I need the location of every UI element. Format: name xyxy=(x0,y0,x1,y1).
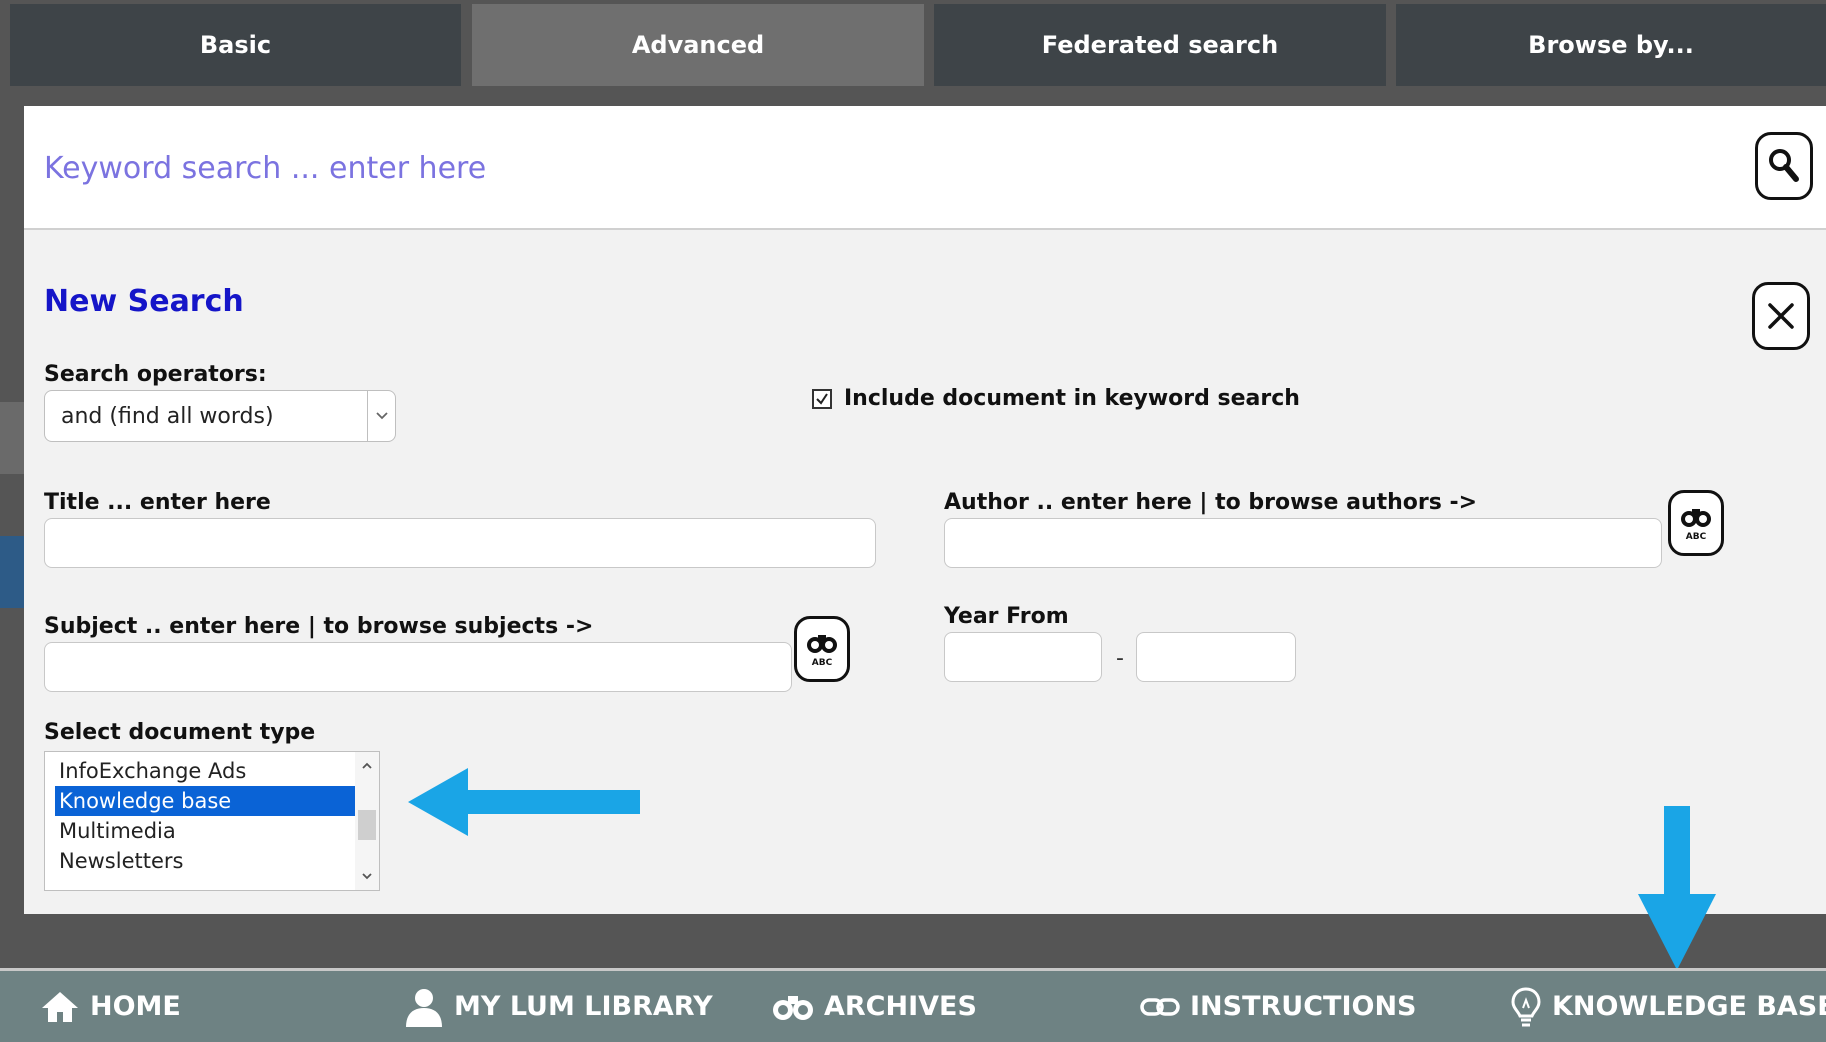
nav-knowledge-base[interactable]: KNOWLEDGE BASE xyxy=(1510,971,1826,1042)
search-operators-select[interactable]: and (find all words) xyxy=(44,390,396,442)
search-icon xyxy=(1769,149,1799,182)
search-tab-bar: Basic Advanced Federated search Browse b… xyxy=(0,0,1826,106)
include-document-label: Include document in keyword search xyxy=(844,386,1300,411)
user-icon xyxy=(406,988,442,1027)
tab-federated-search[interactable]: Federated search xyxy=(934,4,1386,86)
advanced-search-panel: New Search Search operators: and (find a… xyxy=(24,106,1826,914)
binoculars-abc-icon: ABC xyxy=(1681,509,1711,542)
binoculars-abc-icon: ABC xyxy=(807,635,837,668)
list-item-selected[interactable]: Knowledge base xyxy=(55,786,355,816)
binoculars-icon xyxy=(773,995,813,1020)
nav-home[interactable]: HOME xyxy=(40,971,181,1042)
list-item[interactable]: Multimedia xyxy=(55,816,355,846)
include-document-checkbox[interactable]: Include document in keyword search xyxy=(812,386,1300,411)
nav-instructions-label: INSTRUCTIONS xyxy=(1190,991,1417,1022)
scroll-thumb[interactable] xyxy=(358,810,376,840)
document-type-label: Select document type xyxy=(44,720,316,745)
close-icon xyxy=(1768,303,1794,329)
tab-advanced[interactable]: Advanced xyxy=(472,4,924,86)
year-separator: - xyxy=(1116,646,1124,671)
checkmark-icon xyxy=(812,388,832,409)
new-search-heading: New Search xyxy=(44,284,244,319)
title-input[interactable] xyxy=(44,518,876,568)
search-operators-value: and (find all words) xyxy=(61,403,274,429)
nav-instructions[interactable]: INSTRUCTIONS xyxy=(1140,971,1417,1042)
keyword-search-bar xyxy=(24,106,1826,230)
search-button[interactable] xyxy=(1755,132,1813,200)
document-type-listbox[interactable]: InfoExchange Ads Knowledge base Multimed… xyxy=(44,751,380,891)
browse-subjects-button[interactable]: ABC xyxy=(794,616,850,682)
browse-authors-button[interactable]: ABC xyxy=(1668,490,1724,556)
svg-text:ABC: ABC xyxy=(812,658,833,668)
background-page-fragment xyxy=(0,402,24,474)
year-from-input[interactable] xyxy=(944,632,1102,682)
nav-archives[interactable]: ARCHIVES xyxy=(772,971,977,1042)
year-to-input[interactable] xyxy=(1136,632,1296,682)
listbox-scrollbar[interactable] xyxy=(355,752,379,890)
annotation-arrow-down-icon xyxy=(1638,806,1716,970)
bottom-navigation: HOME MY LUM LIBRARY ARCHIVES INSTRUCTION… xyxy=(0,968,1826,1042)
svg-text:ABC: ABC xyxy=(1686,532,1707,542)
tab-basic[interactable]: Basic xyxy=(10,4,461,86)
nav-my-lum-library[interactable]: MY LUM LIBRARY xyxy=(404,971,713,1042)
subject-input[interactable] xyxy=(44,642,792,692)
subject-label: Subject .. enter here | to browse subjec… xyxy=(44,614,594,639)
year-from-label: Year From xyxy=(944,604,1069,629)
home-icon xyxy=(42,991,78,1022)
tab-browse-by[interactable]: Browse by... xyxy=(1396,4,1826,86)
nav-home-label: HOME xyxy=(90,991,181,1022)
title-label: Title ... enter here xyxy=(44,490,271,515)
nav-knowledge-base-label: KNOWLEDGE BASE xyxy=(1552,991,1826,1022)
chevron-down-icon xyxy=(367,391,395,441)
link-icon xyxy=(1140,997,1180,1016)
lightbulb-icon xyxy=(1511,986,1541,1026)
chevron-down-icon[interactable] xyxy=(355,864,379,888)
close-button[interactable] xyxy=(1752,282,1810,350)
author-label: Author .. enter here | to browse authors… xyxy=(944,490,1478,515)
list-item[interactable]: InfoExchange Ads xyxy=(55,756,355,786)
nav-archives-label: ARCHIVES xyxy=(824,991,977,1022)
author-input[interactable] xyxy=(944,518,1662,568)
search-operators-label: Search operators: xyxy=(44,362,267,387)
background-page-fragment xyxy=(0,536,24,608)
chevron-up-icon[interactable] xyxy=(355,754,379,778)
list-item[interactable]: Newsletters xyxy=(55,846,355,876)
annotation-arrow-left-icon xyxy=(408,768,640,836)
keyword-search-input[interactable] xyxy=(44,134,1724,202)
nav-my-lum-library-label: MY LUM LIBRARY xyxy=(454,991,713,1022)
